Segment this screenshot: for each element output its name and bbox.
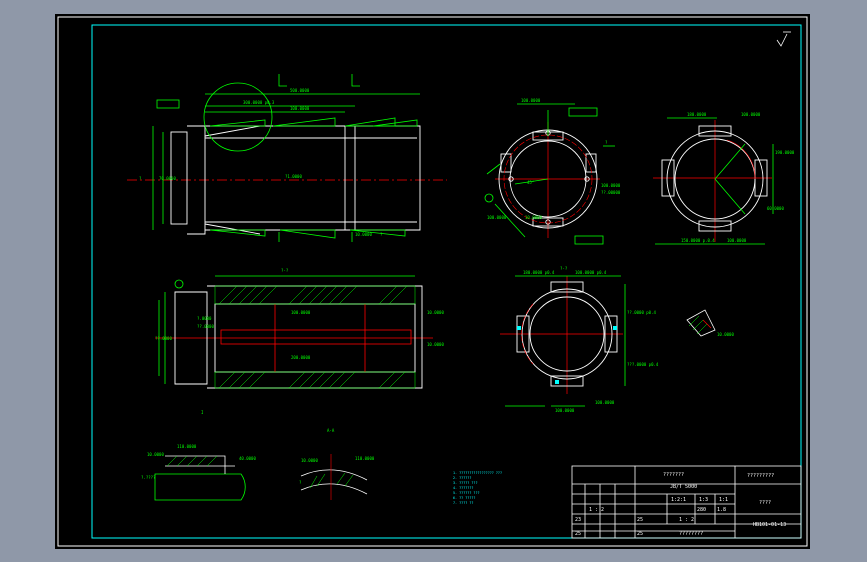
title-code-c: 1:1 xyxy=(719,497,728,503)
svg-text:I: I xyxy=(201,410,204,415)
svg-text:?: ? xyxy=(380,232,383,237)
title-num-b: 1 : 2 xyxy=(589,507,604,513)
title-num-d: 25 xyxy=(575,531,581,537)
svg-text:100.0000: 100.0000 xyxy=(487,215,507,220)
svg-text:190.0000: 190.0000 xyxy=(775,150,795,155)
svg-text:100.0000: 100.0000 xyxy=(555,408,575,413)
svg-text:10.0000: 10.0000 xyxy=(301,458,318,463)
title-num-e: 25 xyxy=(637,531,643,537)
title-owner-label: ??????? xyxy=(663,472,684,478)
sheet-border xyxy=(57,16,808,547)
svg-text:300.0000 p0.3: 300.0000 p0.3 xyxy=(243,100,275,105)
svg-text:10.0000: 10.0000 xyxy=(147,452,164,457)
svg-text:?1.0000: ?1.0000 xyxy=(285,174,302,179)
svg-text:110.0000: 110.0000 xyxy=(355,456,375,461)
svg-text:??.00000: ??.00000 xyxy=(601,190,621,195)
tech-note: 6. ?? ????? xyxy=(453,496,475,500)
svg-text:100.0000 p0.4: 100.0000 p0.4 xyxy=(575,270,607,275)
title-company: ???????? xyxy=(679,531,703,537)
title-company-label: ????????? xyxy=(747,473,774,479)
drawing-number: HB101-01-13 xyxy=(753,522,786,528)
title-standard: JB/T 5000 xyxy=(670,484,697,490)
svg-text:10.0000: 10.0000 xyxy=(717,332,734,337)
svg-text:??.0000: ??.0000 xyxy=(197,324,214,329)
svg-text:100.0000: 100.0000 xyxy=(291,310,311,315)
tech-note: 2. ?????? xyxy=(453,476,471,480)
main-elevation-view: 500.0000 300.0000 p0.3 100.0000 ?1.0000 … xyxy=(127,74,447,242)
title-scale: 1.8 xyxy=(717,507,726,513)
title-part-name: ???? xyxy=(759,500,771,506)
title-code-b: 1:3 xyxy=(699,497,708,503)
svg-text:10.0000: 10.0000 xyxy=(355,232,372,237)
technical-notes: 1. ????????????????? ??? 2. ?????? 3. ??… xyxy=(453,471,502,505)
svg-text:A-A: A-A xyxy=(327,428,335,433)
title-code-a: 1:2:1 xyxy=(671,497,686,503)
tech-note: 5. ?????? ??? xyxy=(453,491,480,495)
model-space-viewport[interactable]: 500.0000 300.0000 p0.3 100.0000 ?1.0000 … xyxy=(55,14,810,549)
svg-text:?-?: ?-? xyxy=(560,266,568,271)
end-view-a: 100.0000 ? 100.0000 ??.00000 100.0000 10… xyxy=(484,98,621,245)
svg-text:?.????: ?.???? xyxy=(141,475,156,480)
svg-text:100.0000: 100.0000 xyxy=(595,400,615,405)
tech-note: 7. ???? ?? xyxy=(453,501,473,505)
svg-text:180.0000: 180.0000 xyxy=(687,112,707,117)
tech-note: 1. ????????????????? ??? xyxy=(453,471,502,475)
svg-text:??.0000: ??.0000 xyxy=(155,336,172,341)
cad-drawing-canvas[interactable]: 500.0000 300.0000 p0.3 100.0000 ?1.0000 … xyxy=(55,14,810,549)
svg-text:500.0000: 500.0000 xyxy=(290,88,310,93)
svg-text:100.0000: 100.0000 xyxy=(727,238,747,243)
chamfer-detail: 10.0000 xyxy=(686,309,734,337)
svg-text:100.0000: 100.0000 xyxy=(290,106,310,111)
svg-text:100.0000: 100.0000 xyxy=(521,98,541,103)
svg-text:?: ? xyxy=(299,480,302,485)
svg-text:200.0000: 200.0000 xyxy=(291,355,311,360)
svg-text:70.0000: 70.0000 xyxy=(159,176,176,181)
svg-text:45°: 45° xyxy=(527,180,534,185)
end-view-b: 180.0000 100.0000 190.0000 60.0000 150.0… xyxy=(653,112,795,245)
roughness-check-icon xyxy=(776,31,791,47)
svg-text:10.0000: 10.0000 xyxy=(525,215,542,220)
svg-text:?.0000: ?.0000 xyxy=(197,316,212,321)
title-block: ??????? ????????? JB/T 5000 1:2:1 1:3 1:… xyxy=(571,465,802,539)
title-num-c: 25 xyxy=(637,517,643,523)
svg-text:100.0000: 100.0000 xyxy=(601,183,621,188)
svg-text:???.0000 p0.4: ???.0000 p0.4 xyxy=(627,362,659,367)
detail-i-view: I 10.0000 ?.???? 40.0000 110.0000 xyxy=(141,410,256,501)
tech-note: 4. ??????? xyxy=(453,486,473,490)
svg-text:??.0000 p0.4: ??.0000 p0.4 xyxy=(627,310,656,315)
title-weight: 280 xyxy=(697,507,706,513)
longitudinal-section-view: ?-? ?.0000 ??.0000 ??.0000 10.0000 10.00… xyxy=(155,268,444,389)
svg-text:?-?: ?-? xyxy=(281,268,289,273)
detail-section-view: A-A 10.0000 110.0000 ? xyxy=(299,428,375,500)
svg-text:110.0000: 110.0000 xyxy=(177,444,197,449)
title-ratio: 1 : 2 xyxy=(679,517,694,523)
title-num-a: 23 xyxy=(575,517,581,523)
svg-text:?: ? xyxy=(605,140,608,145)
svg-text:10.0000: 10.0000 xyxy=(427,310,444,315)
svg-text:40.0000: 40.0000 xyxy=(239,456,256,461)
tech-note: 3. ????? ??? xyxy=(453,481,478,485)
svg-text:10.0000: 10.0000 xyxy=(427,342,444,347)
svg-text:150.0000 p.0.4: 150.0000 p.0.4 xyxy=(681,238,715,243)
drawing-frame xyxy=(91,24,802,539)
svg-text:100.0000: 100.0000 xyxy=(741,112,761,117)
section-view-c: ?-? 180.0000 p0.4 100.0000 p0.4 ??.0000 … xyxy=(500,266,659,413)
svg-text:60.0000: 60.0000 xyxy=(767,206,784,211)
svg-text:180.0000 p0.4: 180.0000 p0.4 xyxy=(523,270,555,275)
